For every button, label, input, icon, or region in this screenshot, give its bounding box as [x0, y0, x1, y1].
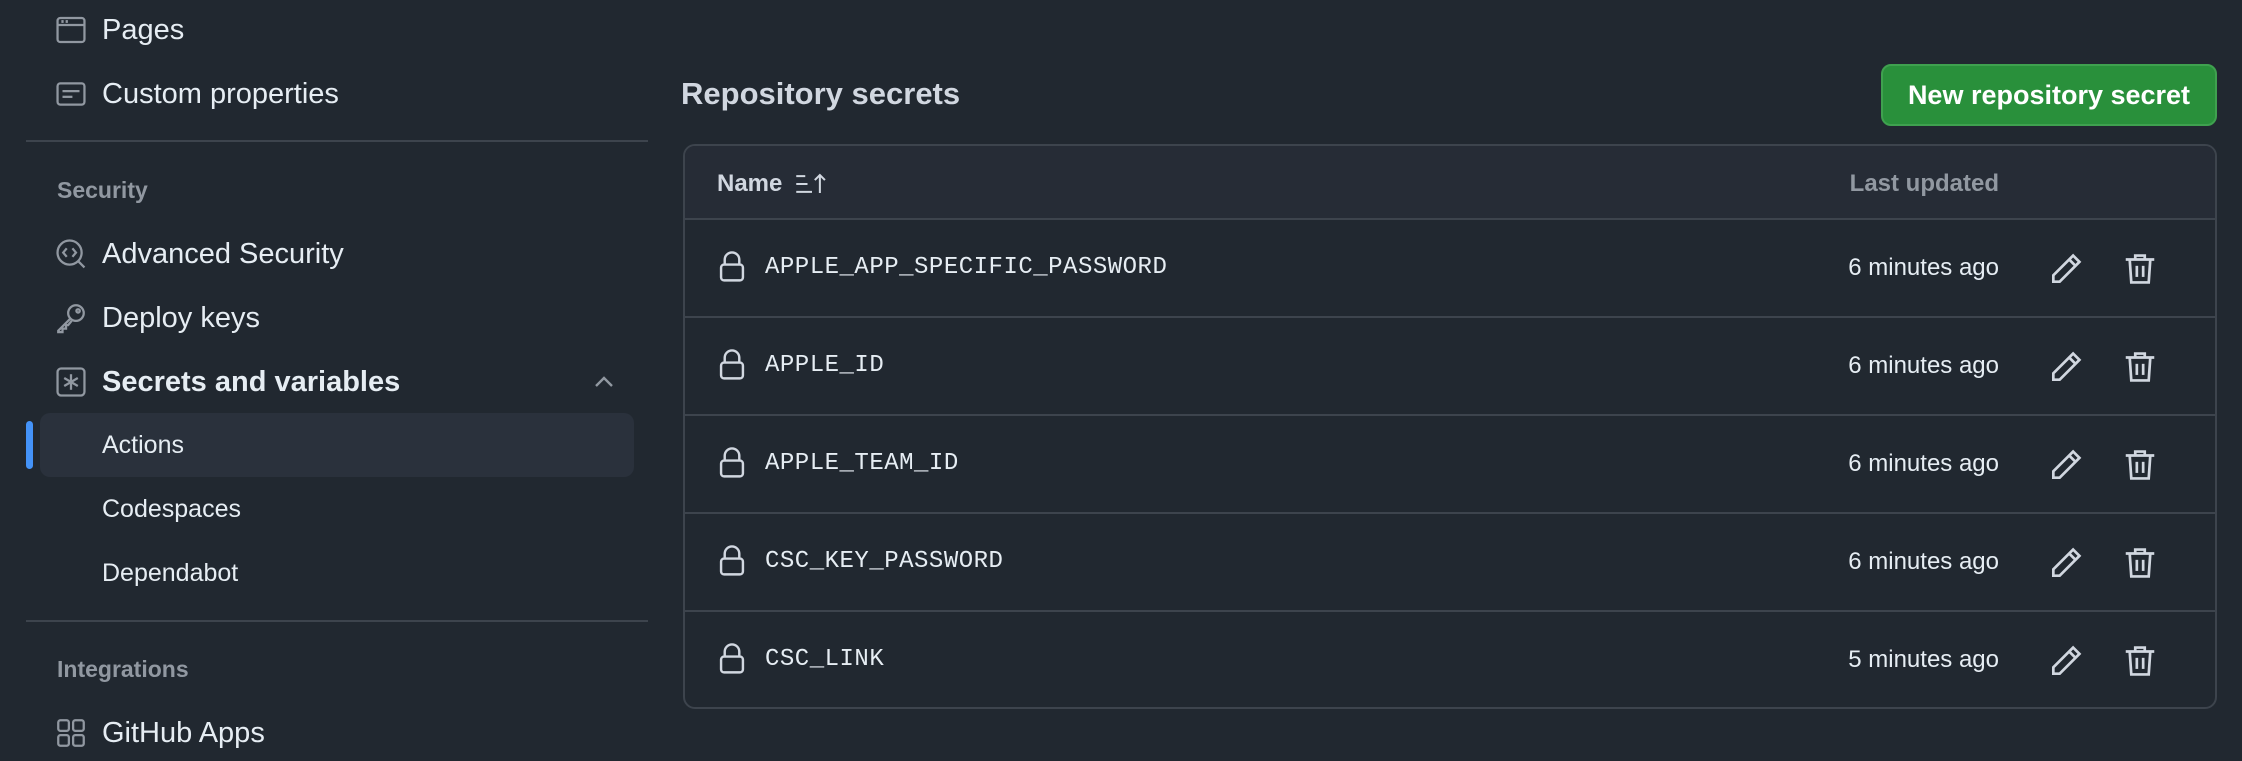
browser-window-icon — [54, 13, 88, 47]
trash-icon[interactable] — [2121, 544, 2159, 582]
lock-icon — [719, 545, 745, 576]
sidebar-item-label: Custom properties — [102, 77, 339, 110]
sidebar-item-label: Secrets and variables — [102, 365, 401, 398]
table-row: APPLE_ID 6 minutes ago — [685, 318, 2215, 416]
sort-ascending-icon — [796, 173, 827, 193]
trash-icon[interactable] — [2121, 446, 2159, 484]
secret-name: APPLE_ID — [765, 352, 885, 379]
secret-updated: 6 minutes ago — [1848, 450, 1999, 477]
edit-pencil-icon[interactable] — [2047, 250, 2085, 288]
key-icon — [54, 301, 88, 335]
secret-name: CSC_KEY_PASSWORD — [765, 548, 1004, 575]
secret-updated: 5 minutes ago — [1848, 646, 1999, 673]
column-header-last-updated: Last updated — [1849, 170, 1999, 197]
column-header-name[interactable]: Name — [717, 170, 830, 198]
secret-name: APPLE_TEAM_ID — [765, 450, 959, 477]
asterisk-icon — [54, 365, 88, 399]
edit-pencil-icon[interactable] — [2047, 348, 2085, 386]
secret-name: APPLE_APP_SPECIFIC_PASSWORD — [765, 254, 1168, 281]
edit-pencil-icon[interactable] — [2047, 446, 2085, 484]
sidebar-item-github-apps[interactable]: GitHub Apps — [40, 705, 634, 761]
settings-sidebar: Pages Custom properties Security Advance… — [26, 0, 648, 758]
sidebar-item-label: Pages — [102, 13, 185, 46]
sidebar-subitem-codespaces[interactable]: Codespaces — [40, 477, 634, 541]
sidebar-divider — [26, 620, 648, 622]
sidebar-subitem-actions[interactable]: Actions — [40, 413, 634, 477]
lock-icon — [719, 447, 745, 478]
table-row: CSC_KEY_PASSWORD 6 minutes ago — [685, 514, 2215, 612]
edit-pencil-icon[interactable] — [2047, 544, 2085, 582]
chevron-up-icon[interactable] — [588, 366, 620, 398]
sidebar-item-label: GitHub Apps — [102, 716, 265, 749]
table-header: Name Last updated — [685, 146, 2215, 220]
secret-updated: 6 minutes ago — [1848, 254, 1999, 281]
lock-icon — [719, 643, 745, 674]
sidebar-section-integrations-heading: Integrations — [57, 656, 189, 682]
note-icon — [54, 77, 88, 111]
page-title: Repository secrets — [681, 76, 961, 111]
trash-icon[interactable] — [2121, 250, 2159, 288]
apps-grid-icon — [54, 716, 88, 750]
secret-updated: 6 minutes ago — [1848, 548, 1999, 575]
sidebar-item-advanced-security[interactable]: Advanced Security — [40, 226, 634, 282]
sidebar-item-label: Deploy keys — [102, 301, 260, 334]
table-row: CSC_LINK 5 minutes ago — [685, 612, 2215, 707]
sidebar-item-pages[interactable]: Pages — [40, 2, 634, 58]
lock-icon — [719, 349, 745, 380]
sidebar-item-custom-properties[interactable]: Custom properties — [40, 66, 634, 122]
main-content: Repository secrets New repository secret… — [681, 0, 2217, 758]
trash-icon[interactable] — [2121, 348, 2159, 386]
sidebar-item-secrets-and-variables[interactable]: Secrets and variables — [40, 354, 634, 410]
lock-icon — [719, 251, 745, 282]
sidebar-section-security-heading: Security — [57, 177, 148, 203]
secret-updated: 6 minutes ago — [1848, 352, 1999, 379]
new-repository-secret-button[interactable]: New repository secret — [1881, 64, 2217, 126]
secret-name: CSC_LINK — [765, 646, 885, 673]
codescan-icon — [54, 237, 88, 271]
sidebar-subitem-dependabot[interactable]: Dependabot — [40, 541, 634, 605]
sidebar-item-deploy-keys[interactable]: Deploy keys — [40, 290, 634, 346]
active-indicator — [26, 421, 33, 469]
sidebar-divider — [26, 140, 648, 142]
table-row: APPLE_TEAM_ID 6 minutes ago — [685, 416, 2215, 514]
column-header-label: Name — [717, 170, 783, 197]
edit-pencil-icon[interactable] — [2047, 642, 2085, 680]
sidebar-item-label: Advanced Security — [102, 237, 344, 270]
trash-icon[interactable] — [2121, 642, 2159, 680]
secrets-table: Name Last updated APPLE_APP_SPECIFIC_PAS… — [683, 144, 2217, 709]
table-row: APPLE_APP_SPECIFIC_PASSWORD 6 minutes ag… — [685, 220, 2215, 318]
